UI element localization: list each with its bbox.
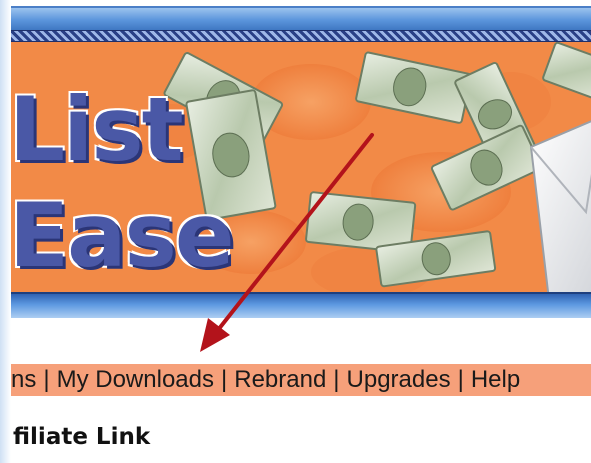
banner-chain-border: [11, 30, 591, 42]
section-title: filiate Link: [13, 424, 151, 450]
nav-link-partial[interactable]: ns: [11, 366, 36, 393]
banner-body: List Ease: [11, 41, 591, 318]
logo-text-ease: Ease: [11, 184, 235, 287]
nav-link-help[interactable]: Help: [471, 366, 520, 393]
nav-separator: |: [43, 366, 50, 393]
site-banner: List Ease: [11, 6, 591, 318]
nav-separator: |: [333, 366, 340, 393]
nav-link-my-downloads[interactable]: My Downloads: [57, 366, 214, 393]
banner-top-bar: [11, 8, 591, 30]
nav-separator: |: [221, 366, 228, 393]
banner-bottom-bar: [11, 292, 591, 318]
logo-text-list: List: [11, 78, 184, 181]
nav-link-rebrand[interactable]: Rebrand: [234, 366, 326, 393]
nav-separator: |: [457, 366, 464, 393]
main-navigation: ns | My Downloads | Rebrand | Upgrades | Help: [11, 364, 591, 396]
nav-link-upgrades[interactable]: Upgrades: [347, 366, 451, 393]
window-left-edge: [0, 0, 11, 463]
screenshot-frame: List Ease ns | My Downloads | Rebrand | Upgrad…: [0, 0, 591, 463]
